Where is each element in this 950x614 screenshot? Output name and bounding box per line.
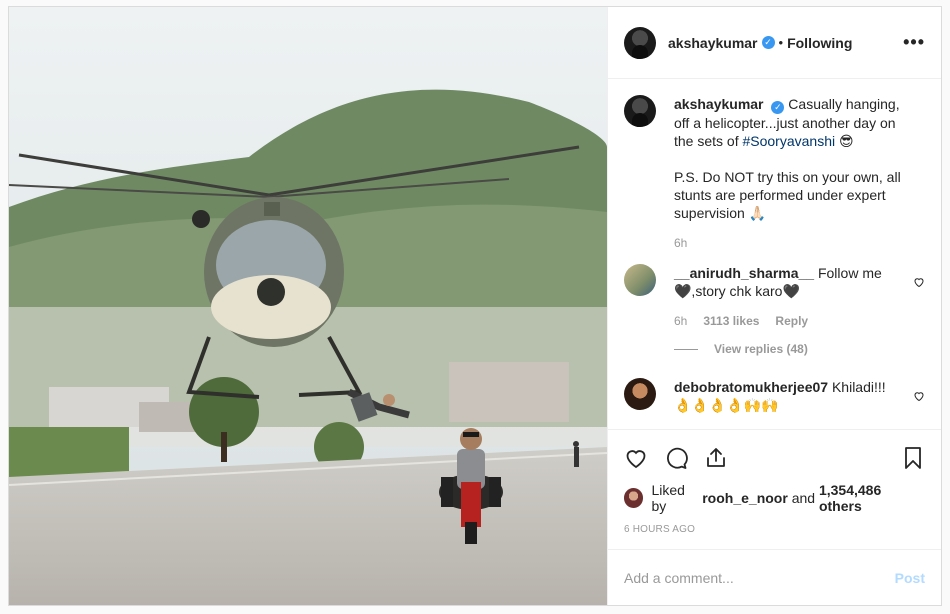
post-comment-button[interactable]: Post [895,570,925,586]
comment-meta: 6h 3113 likes Reply [674,314,925,328]
caption-ps: P.S. Do NOT try this on your own, all st… [674,169,901,221]
comments-section: akshaykumar ✓ Casually hanging, off a he… [608,79,941,429]
comment-text: __anirudh_sharma__ Follow me 🖤,story chk… [674,264,925,300]
actions-section: Liked by rooh_e_noor and 1,354,486 other… [608,429,941,549]
caption-row: akshaykumar ✓ Casually hanging, off a he… [624,95,925,250]
liker-avatar[interactable] [624,488,644,508]
likes-prefix: Liked by [651,482,685,514]
view-replies-label[interactable]: View replies (48) [714,342,808,356]
commenter-avatar[interactable] [624,378,656,410]
caption-emoji: 😎 [839,133,854,149]
post-timestamp[interactable]: 6 HOURS AGO [624,524,925,535]
comment-likes[interactable]: 3113 likes [703,314,759,328]
caption-meta: 6h [674,236,925,250]
comment-time[interactable]: 6h [674,314,687,328]
caption-avatar[interactable] [624,95,656,127]
likes-count[interactable]: 1,354,486 others [819,482,925,514]
action-bar [624,438,925,478]
following-button[interactable]: Following [787,35,852,51]
post-sidebar: akshaykumar ✓ • Following ••• akshaykuma… [607,7,941,605]
comment-icon[interactable] [664,446,688,470]
likes-middle: and [787,490,819,506]
caption-hashtag[interactable]: #Sooryavanshi [742,133,835,149]
comment-input[interactable] [624,569,895,586]
more-options-icon[interactable]: ••• [903,32,925,53]
header-separator: • [778,35,784,50]
caption-time[interactable]: 6h [674,236,687,250]
caption-text: akshaykumar ✓ Casually hanging, off a he… [674,95,925,222]
add-comment-bar: Post [608,549,941,605]
helicopter-stunt-image [9,7,607,605]
share-icon[interactable] [704,446,728,470]
post-photo[interactable] [9,7,607,605]
post-modal: akshaykumar ✓ • Following ••• akshaykuma… [8,6,942,606]
likes-summary: Liked by rooh_e_noor and 1,354,486 other… [624,482,925,514]
verified-badge-icon: ✓ [761,36,775,49]
comment-like-heart-icon[interactable] [913,390,925,402]
heart-icon[interactable] [624,446,648,470]
post-header: akshaykumar ✓ • Following ••• [608,7,941,79]
author-username[interactable]: akshaykumar [668,35,758,51]
comment-row: debobratomukherjee07 Khiladi!!! 👌👌👌👌🙌🙌 [624,378,925,414]
bookmark-icon[interactable] [901,446,925,470]
comment-username[interactable]: __anirudh_sharma__ [674,265,814,281]
author-avatar[interactable] [624,26,656,59]
reply-button[interactable]: Reply [775,314,808,328]
comment-like-heart-icon[interactable] [913,276,925,288]
replies-divider [674,348,698,350]
comment-row: __anirudh_sharma__ Follow me 🖤,story chk… [624,264,925,328]
liker-username[interactable]: rooh_e_noor [702,490,788,506]
verified-badge-icon: ✓ [771,101,785,114]
comment-username[interactable]: debobratomukherjee07 [674,379,828,395]
commenter-avatar[interactable] [624,264,656,296]
caption-username[interactable]: akshaykumar [674,96,764,112]
view-replies-button[interactable]: View replies (48) [674,342,925,356]
comment-text: debobratomukherjee07 Khiladi!!! 👌👌👌👌🙌🙌 [674,378,925,414]
